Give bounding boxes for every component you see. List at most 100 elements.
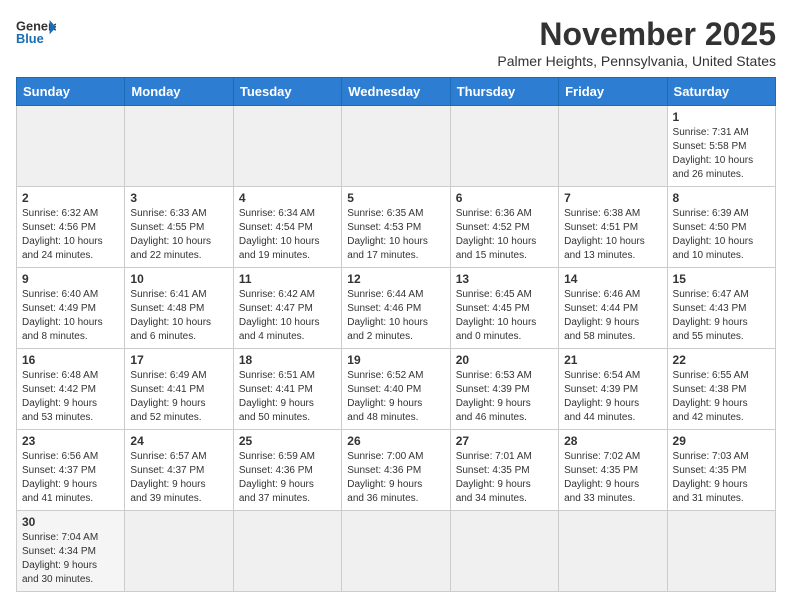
calendar-cell: 18Sunrise: 6:51 AMSunset: 4:41 PMDayligh… bbox=[233, 349, 341, 430]
calendar-cell: 4Sunrise: 6:34 AMSunset: 4:54 PMDaylight… bbox=[233, 187, 341, 268]
day-number: 29 bbox=[673, 434, 770, 448]
calendar-cell: 5 Sunrise: 6:35 AMSunset: 4:53 PMDaylight… bbox=[342, 187, 450, 268]
calendar-cell: 16 Sunrise: 6:48 AMSunset: 4:42 PMDayligh… bbox=[17, 349, 125, 430]
day-info: Sunrise: 6:49 AMSunset: 4:41 PMDaylight:… bbox=[130, 369, 227, 425]
day-info: Sunrise: 7:04 AMSunset: 4:34 PMDaylight:… bbox=[22, 531, 119, 587]
calendar-cell: 17Sunrise: 6:49 AMSunset: 4:41 PMDayligh… bbox=[125, 349, 233, 430]
day-info: Sunrise: 7:02 AMSunset: 4:35 PMDaylight:… bbox=[564, 450, 661, 506]
day-number: 18 bbox=[239, 353, 336, 367]
calendar-cell: 24 Sunrise: 6:57 AMSunset: 4:37 PMDayligh… bbox=[125, 430, 233, 511]
calendar-cell: 22 Sunrise: 6:55 AMSunset: 4:38 PMDayligh… bbox=[667, 349, 775, 430]
calendar-cell: 14Sunrise: 6:46 AMSunset: 4:44 PMDayligh… bbox=[559, 268, 667, 349]
calendar-cell: 7Sunrise: 6:38 AMSunset: 4:51 PMDaylight… bbox=[559, 187, 667, 268]
day-info: Sunrise: 6:38 AMSunset: 4:51 PMDaylight:… bbox=[564, 207, 661, 263]
day-info: Sunrise: 6:47 AMSunset: 4:43 PMDaylight:… bbox=[673, 288, 770, 344]
calendar-cell: 6Sunrise: 6:36 AMSunset: 4:52 PMDaylight… bbox=[450, 187, 558, 268]
day-info: Sunrise: 6:36 AMSunset: 4:52 PMDaylight:… bbox=[456, 207, 553, 263]
calendar-cell: 25Sunrise: 6:59 AMSunset: 4:36 PMDayligh… bbox=[233, 430, 341, 511]
calendar-cell bbox=[342, 106, 450, 187]
calendar-cell: 10Sunrise: 6:41 AMSunset: 4:48 PMDayligh… bbox=[125, 268, 233, 349]
day-info: Sunrise: 7:01 AMSunset: 4:35 PMDaylight:… bbox=[456, 450, 553, 506]
calendar-cell bbox=[125, 106, 233, 187]
calendar-cell: 27 Sunrise: 7:01 AMSunset: 4:35 PMDayligh… bbox=[450, 430, 558, 511]
calendar-cell: 19 Sunrise: 6:52 AMSunset: 4:40 PMDayligh… bbox=[342, 349, 450, 430]
day-info: Sunrise: 6:46 AMSunset: 4:44 PMDaylight:… bbox=[564, 288, 661, 344]
day-info: Sunrise: 6:53 AMSunset: 4:39 PMDaylight:… bbox=[456, 369, 553, 425]
calendar-cell: 26 Sunrise: 7:00 AMSunset: 4:36 PMDayligh… bbox=[342, 430, 450, 511]
calendar-cell bbox=[559, 511, 667, 592]
calendar-cell bbox=[667, 511, 775, 592]
calendar-header-row: SundayMondayTuesdayWednesdayThursdayFrid… bbox=[17, 78, 776, 106]
svg-text:Blue: Blue bbox=[16, 31, 44, 46]
calendar-cell: 30 Sunrise: 7:04 AMSunset: 4:34 PMDayligh… bbox=[17, 511, 125, 592]
location: Palmer Heights, Pennsylvania, United Sta… bbox=[497, 53, 776, 69]
calendar-cell: 15 Sunrise: 6:47 AMSunset: 4:43 PMDayligh… bbox=[667, 268, 775, 349]
day-number: 10 bbox=[130, 272, 227, 286]
calendar-week-row: 23 Sunrise: 6:56 AMSunset: 4:37 PMDayligh… bbox=[17, 430, 776, 511]
calendar-cell bbox=[125, 511, 233, 592]
calendar-cell: 23 Sunrise: 6:56 AMSunset: 4:37 PMDayligh… bbox=[17, 430, 125, 511]
day-number: 15 bbox=[673, 272, 770, 286]
day-info: Sunrise: 6:55 AMSunset: 4:38 PMDaylight:… bbox=[673, 369, 770, 425]
day-number: 12 bbox=[347, 272, 444, 286]
day-number: 22 bbox=[673, 353, 770, 367]
calendar: SundayMondayTuesdayWednesdayThursdayFrid… bbox=[16, 77, 776, 592]
day-info: Sunrise: 6:33 AMSunset: 4:55 PMDaylight:… bbox=[130, 207, 227, 263]
calendar-header-saturday: Saturday bbox=[667, 78, 775, 106]
day-info: Sunrise: 6:56 AMSunset: 4:37 PMDaylight:… bbox=[22, 450, 119, 506]
calendar-cell: 8Sunrise: 6:39 AMSunset: 4:50 PMDaylight… bbox=[667, 187, 775, 268]
day-number: 23 bbox=[22, 434, 119, 448]
day-number: 9 bbox=[22, 272, 119, 286]
day-info: Sunrise: 6:35 AMSunset: 4:53 PMDaylight:… bbox=[347, 207, 444, 263]
calendar-cell bbox=[559, 106, 667, 187]
calendar-cell: 21Sunrise: 6:54 AMSunset: 4:39 PMDayligh… bbox=[559, 349, 667, 430]
day-info: Sunrise: 6:42 AMSunset: 4:47 PMDaylight:… bbox=[239, 288, 336, 344]
day-number: 27 bbox=[456, 434, 553, 448]
calendar-cell: 28 Sunrise: 7:02 AMSunset: 4:35 PMDayligh… bbox=[559, 430, 667, 511]
day-number: 13 bbox=[456, 272, 553, 286]
day-info: Sunrise: 6:44 AMSunset: 4:46 PMDaylight:… bbox=[347, 288, 444, 344]
calendar-cell bbox=[17, 106, 125, 187]
calendar-week-row: 1 Sunrise: 7:31 AMSunset: 5:58 PMDaylight… bbox=[17, 106, 776, 187]
day-number: 28 bbox=[564, 434, 661, 448]
calendar-header-thursday: Thursday bbox=[450, 78, 558, 106]
calendar-cell: 3 Sunrise: 6:33 AMSunset: 4:55 PMDaylight… bbox=[125, 187, 233, 268]
calendar-week-row: 16 Sunrise: 6:48 AMSunset: 4:42 PMDayligh… bbox=[17, 349, 776, 430]
logo: General Blue bbox=[16, 16, 56, 48]
title-area: November 2025 Palmer Heights, Pennsylvan… bbox=[497, 16, 776, 69]
calendar-week-row: 9 Sunrise: 6:40 AMSunset: 4:49 PMDaylight… bbox=[17, 268, 776, 349]
day-number: 5 bbox=[347, 191, 444, 205]
day-info: Sunrise: 6:45 AMSunset: 4:45 PMDaylight:… bbox=[456, 288, 553, 344]
day-info: Sunrise: 6:59 AMSunset: 4:36 PMDaylight:… bbox=[239, 450, 336, 506]
calendar-cell: 20 Sunrise: 6:53 AMSunset: 4:39 PMDayligh… bbox=[450, 349, 558, 430]
calendar-cell bbox=[450, 511, 558, 592]
calendar-cell: 1 Sunrise: 7:31 AMSunset: 5:58 PMDaylight… bbox=[667, 106, 775, 187]
calendar-week-row: 30 Sunrise: 7:04 AMSunset: 4:34 PMDayligh… bbox=[17, 511, 776, 592]
calendar-cell: 9 Sunrise: 6:40 AMSunset: 4:49 PMDaylight… bbox=[17, 268, 125, 349]
month-title: November 2025 bbox=[497, 16, 776, 53]
day-info: Sunrise: 6:32 AMSunset: 4:56 PMDaylight:… bbox=[22, 207, 119, 263]
day-info: Sunrise: 6:34 AMSunset: 4:54 PMDaylight:… bbox=[239, 207, 336, 263]
calendar-header-wednesday: Wednesday bbox=[342, 78, 450, 106]
day-info: Sunrise: 6:40 AMSunset: 4:49 PMDaylight:… bbox=[22, 288, 119, 344]
day-number: 1 bbox=[673, 110, 770, 124]
calendar-cell: 13 Sunrise: 6:45 AMSunset: 4:45 PMDayligh… bbox=[450, 268, 558, 349]
calendar-cell bbox=[233, 511, 341, 592]
day-number: 20 bbox=[456, 353, 553, 367]
day-info: Sunrise: 6:57 AMSunset: 4:37 PMDaylight:… bbox=[130, 450, 227, 506]
day-number: 19 bbox=[347, 353, 444, 367]
day-info: Sunrise: 6:48 AMSunset: 4:42 PMDaylight:… bbox=[22, 369, 119, 425]
day-number: 24 bbox=[130, 434, 227, 448]
day-info: Sunrise: 7:00 AMSunset: 4:36 PMDaylight:… bbox=[347, 450, 444, 506]
day-info: Sunrise: 7:31 AMSunset: 5:58 PMDaylight:… bbox=[673, 126, 770, 182]
day-number: 21 bbox=[564, 353, 661, 367]
day-number: 3 bbox=[130, 191, 227, 205]
day-number: 30 bbox=[22, 515, 119, 529]
day-number: 26 bbox=[347, 434, 444, 448]
header: General Blue November 2025 Palmer Height… bbox=[16, 16, 776, 69]
day-info: Sunrise: 6:52 AMSunset: 4:40 PMDaylight:… bbox=[347, 369, 444, 425]
calendar-cell: 2Sunrise: 6:32 AMSunset: 4:56 PMDaylight… bbox=[17, 187, 125, 268]
calendar-header-monday: Monday bbox=[125, 78, 233, 106]
calendar-cell: 11Sunrise: 6:42 AMSunset: 4:47 PMDayligh… bbox=[233, 268, 341, 349]
day-number: 16 bbox=[22, 353, 119, 367]
